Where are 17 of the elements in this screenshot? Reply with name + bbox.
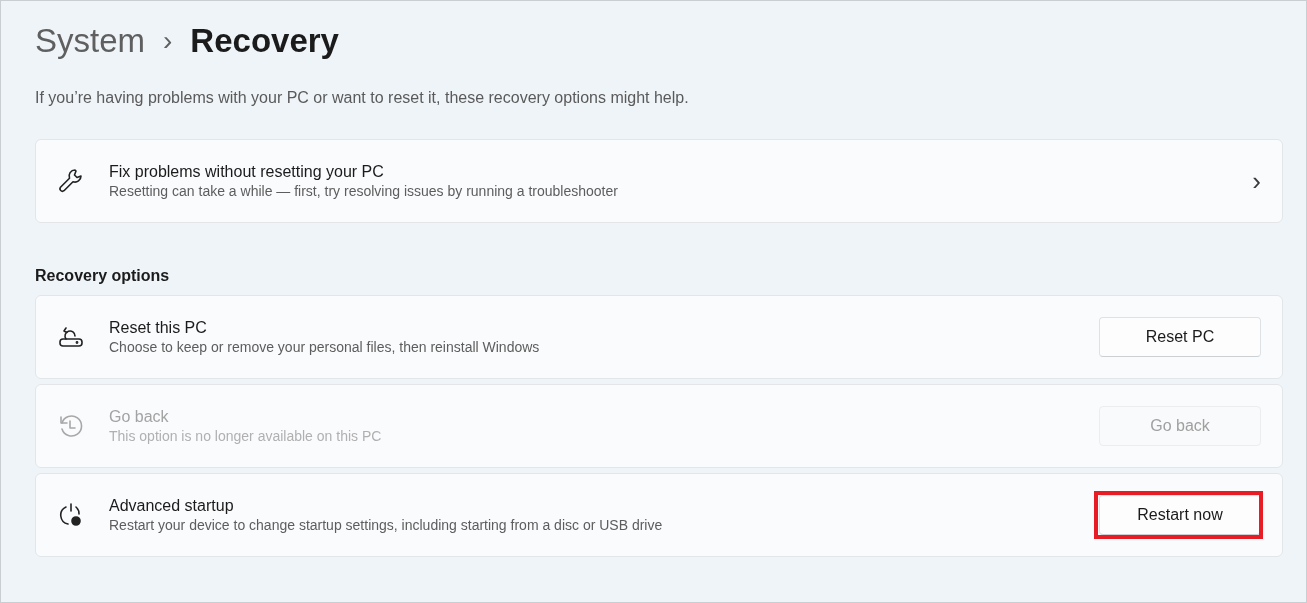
card-subtitle: Resetting can take a while — first, try resolving issues by running a troubleshooter — [109, 183, 619, 199]
option-subtitle: Choose to keep or remove your personal files, then reinstall Windows — [109, 339, 541, 355]
breadcrumb-separator: › — [163, 25, 173, 57]
breadcrumb-link[interactable]: System — [35, 22, 146, 60]
page-title: Recovery — [190, 22, 339, 60]
option-button[interactable]: Restart now — [1099, 495, 1261, 535]
option-title: Go back — [109, 408, 170, 426]
fix-problems-card[interactable]: Fix problems without resetting your PC Resetting can take a while — first, try resolving issues by running a troubleshooter › — [35, 139, 1283, 223]
option-button[interactable]: Reset PC — [1099, 317, 1261, 357]
option-title: Advanced startup — [109, 497, 235, 515]
section-title: Recovery options — [35, 267, 171, 285]
option-subtitle: Restart your device to change startup settings, including starting from a disc or USB drive — [109, 517, 664, 533]
option-title: Reset this PC — [109, 319, 208, 337]
card-title: Fix problems without resetting your PC — [109, 163, 385, 181]
option-subtitle: This option is no longer available on this PC — [109, 428, 383, 444]
chevron-icon: › — [1252, 165, 1261, 197]
page-description: If you’re having problems with your PC or want to reset it, these recovery options might help. — [35, 89, 690, 107]
